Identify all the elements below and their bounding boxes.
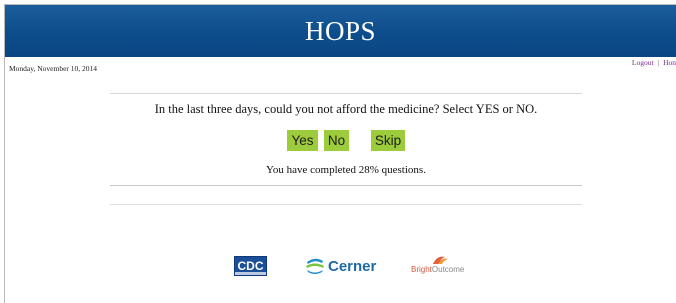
logout-link[interactable]: Logout bbox=[632, 58, 654, 67]
cerner-swoosh-icon bbox=[306, 258, 324, 274]
skip-button[interactable]: Skip bbox=[371, 130, 405, 151]
cdc-logo-underline bbox=[235, 272, 266, 275]
home-link[interactable]: Hon bbox=[663, 58, 676, 67]
brightoutcome-logo-text: BrightOutcome bbox=[411, 265, 464, 274]
cerner-logo: Cerner bbox=[305, 255, 387, 277]
progress-text: You have completed 28% questions. bbox=[266, 164, 426, 176]
divider-top bbox=[110, 93, 582, 94]
cerner-logo-text: Cerner bbox=[328, 257, 377, 275]
brightoutcome-text-bright: Bright bbox=[411, 265, 432, 274]
no-button[interactable]: No bbox=[324, 130, 349, 151]
cdc-logo: CDC bbox=[234, 256, 267, 276]
current-date: Monday, November 10, 2014 bbox=[9, 64, 98, 73]
top-links: Logout | Hon bbox=[632, 58, 676, 67]
brightoutcome-logo: BrightOutcome bbox=[411, 254, 471, 276]
yes-button[interactable]: Yes bbox=[287, 130, 318, 151]
divider-middle bbox=[110, 185, 582, 186]
cdc-logo-text: CDC bbox=[237, 259, 264, 273]
app-header: HOPS bbox=[5, 5, 676, 57]
brightoutcome-text-outcome: Outcome bbox=[431, 265, 465, 274]
app-title: HOPS bbox=[304, 15, 377, 46]
question-text: In the last three days, could you not af… bbox=[154, 102, 538, 116]
link-separator: | bbox=[657, 58, 660, 67]
divider-bottom bbox=[110, 204, 582, 205]
